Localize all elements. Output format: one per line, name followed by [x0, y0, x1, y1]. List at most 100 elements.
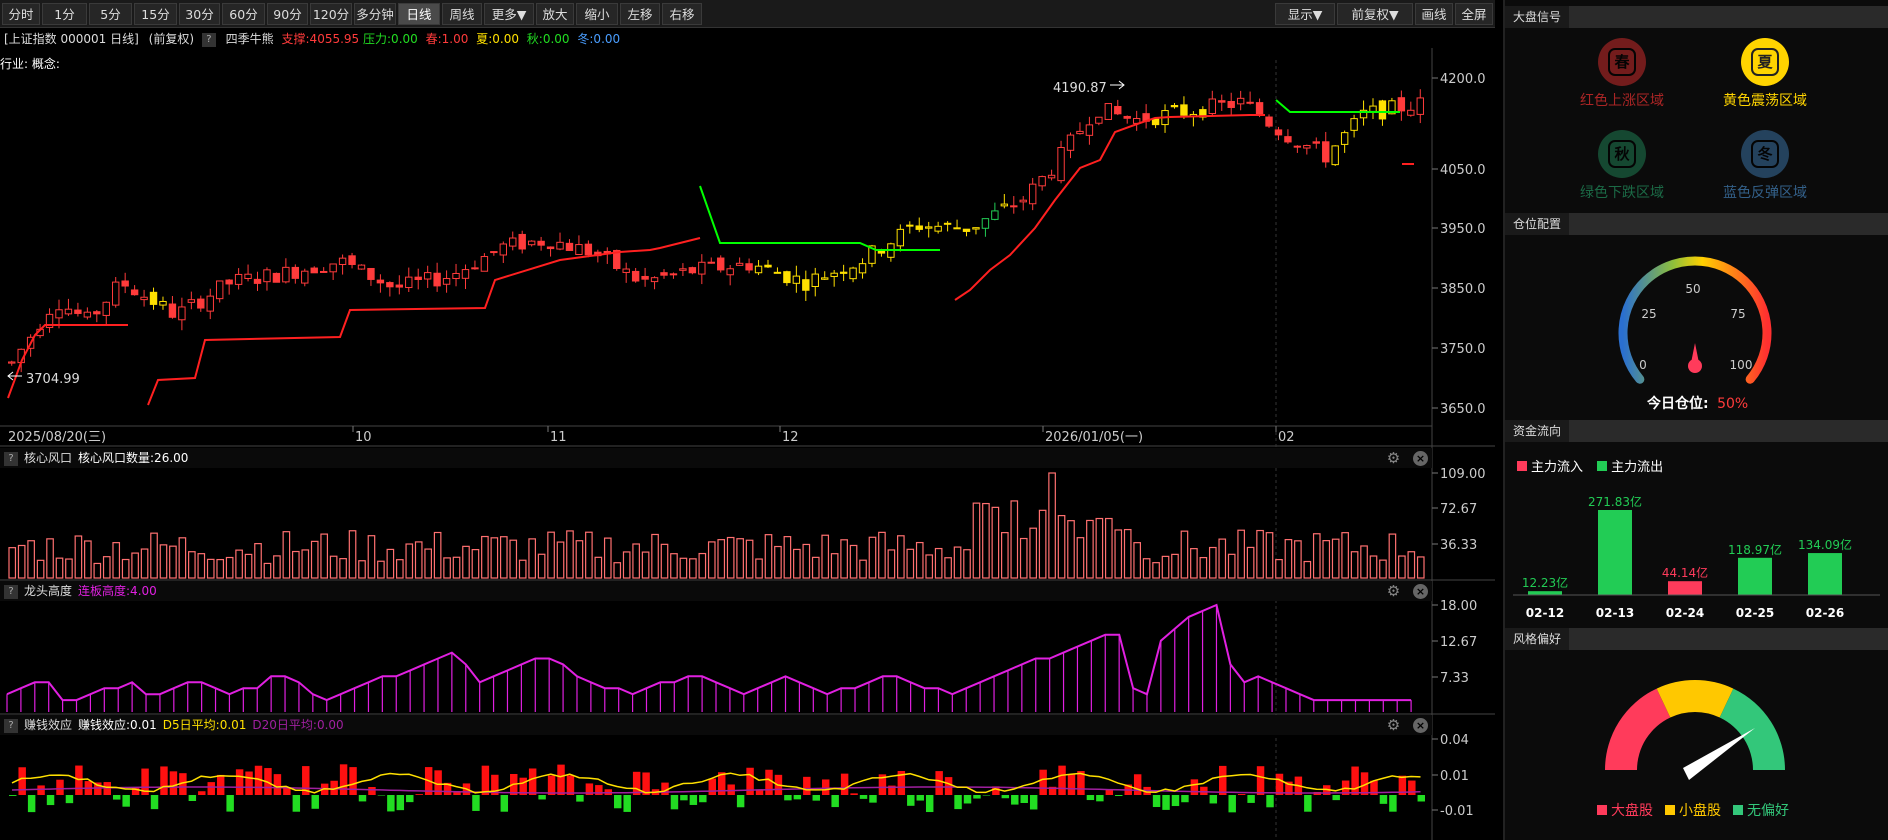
volume-bar: [216, 558, 225, 579]
volume-bar: [1095, 517, 1104, 579]
toolbar-btn-15[interactable]: 右移: [662, 3, 702, 25]
toolbar-right-btn-3[interactable]: 全屏: [1455, 3, 1493, 25]
gauge-hub: [1688, 359, 1702, 373]
profit-bar: [198, 791, 206, 795]
high-arrow: [1110, 80, 1125, 90]
help-icon[interactable]: ?: [201, 32, 216, 47]
volume-bar: [717, 539, 726, 579]
close-icon[interactable]: ×: [1413, 451, 1428, 466]
toolbar-btn-5[interactable]: 60分: [222, 3, 265, 25]
toolbar-btn-4[interactable]: 30分: [179, 3, 220, 25]
volume-bar: [235, 549, 243, 579]
style-none: [1719, 688, 1785, 770]
profit-bar: [1115, 795, 1123, 797]
toolbar-btn-3[interactable]: 15分: [134, 3, 177, 25]
candle-body: [972, 227, 980, 230]
candle-body: [414, 276, 422, 280]
toolbar-btn-10[interactable]: 周线: [442, 3, 482, 25]
toolbar-btn-14[interactable]: 左移: [620, 3, 660, 25]
volume-bar: [1246, 546, 1255, 579]
volume-bar: [849, 544, 858, 579]
candle-body: [64, 308, 73, 315]
volume-bar: [490, 537, 499, 579]
candle-body: [253, 278, 262, 284]
candle-body: [717, 257, 725, 271]
gear-icon[interactable]: ⚙: [1386, 718, 1401, 733]
gear-icon[interactable]: ⚙: [1386, 451, 1401, 466]
volume-bar: [84, 540, 92, 579]
volume-bar: [537, 553, 546, 579]
profit-bar: [1379, 795, 1388, 804]
volume-bar: [906, 548, 915, 579]
volume-bar: [963, 549, 971, 579]
volume-bar: [1000, 532, 1009, 579]
gear-icon[interactable]: ⚙: [1386, 584, 1401, 599]
profit-bar: [850, 793, 858, 795]
signal-label: 红色上涨区域: [1580, 93, 1664, 109]
signal-badge: 春: [1598, 38, 1646, 86]
toolbar-btn-1[interactable]: 1分: [42, 3, 87, 25]
volume-bar: [821, 534, 830, 579]
profit-bar: [840, 773, 849, 795]
candle-body: [55, 309, 63, 319]
close-icon[interactable]: ×: [1413, 718, 1428, 733]
toolbar-btn-2[interactable]: 5分: [89, 3, 132, 25]
ytick-label: 18.00: [1440, 599, 1477, 614]
toolbar-btn-0[interactable]: 分时: [2, 3, 40, 25]
volume-bar: [1331, 538, 1340, 579]
candle-body: [291, 266, 300, 279]
volume-bar: [395, 559, 404, 579]
flow-value: 118.97亿: [1728, 542, 1782, 557]
toolbar-right-btn-1[interactable]: 前复权▼: [1337, 3, 1413, 25]
style-legend-label: 无偏好: [1747, 803, 1789, 819]
candle-body: [1123, 115, 1131, 119]
toolbar-btn-7[interactable]: 120分: [310, 3, 352, 25]
profit-bar: [708, 778, 716, 795]
toolbar-btn-11[interactable]: 更多▼: [484, 3, 534, 25]
profit-bar: [1029, 795, 1038, 810]
volume-bar: [1171, 553, 1179, 579]
close-icon[interactable]: ×: [1413, 584, 1428, 599]
volume-bar: [897, 535, 905, 579]
toolbar-btn-9[interactable]: 日线: [398, 3, 440, 25]
candle-body: [216, 280, 224, 300]
profit-bar: [670, 795, 679, 810]
volume-bar: [774, 545, 782, 579]
help-icon[interactable]: ?: [4, 584, 18, 599]
candle-body: [849, 267, 857, 280]
candle-body: [1095, 116, 1103, 124]
ytick-label: 12.67: [1440, 635, 1477, 650]
security-title: [上证指数 000001 日线]: [4, 32, 139, 46]
profit-bar: [632, 771, 641, 795]
profit-bar: [368, 787, 376, 795]
toolbar-btn-6[interactable]: 90分: [267, 3, 308, 25]
candle-body: [745, 263, 753, 271]
candle-body: [1322, 141, 1330, 163]
flow-bar: [1528, 591, 1562, 595]
profit-bar: [623, 795, 631, 812]
volume-bar: [811, 556, 820, 579]
candle-body: [367, 267, 375, 280]
flow-date: 02-26: [1806, 606, 1844, 620]
volume-bar: [698, 552, 707, 579]
adjust-mode: (前复权): [148, 32, 195, 46]
toolbar-btn-12[interactable]: 放大: [536, 3, 574, 25]
help-icon[interactable]: ?: [4, 718, 18, 733]
profit-bar: [1332, 795, 1340, 801]
toolbar-btn-13[interactable]: 缩小: [576, 3, 618, 25]
volume-bar: [433, 531, 442, 579]
profit-bar: [122, 795, 130, 807]
candle-body: [1369, 105, 1377, 112]
toolbar-right-btn-0[interactable]: 显示▼: [1275, 3, 1335, 25]
candle-body: [319, 270, 328, 273]
panel-header-2: ? 赚钱效应 赚钱效应:0.01 D5日平均:0.01 D20日平均:0.00: [0, 715, 1432, 735]
profit-bar: [765, 769, 773, 795]
candle-body: [830, 272, 838, 277]
profit-bar: [160, 766, 168, 795]
help-icon[interactable]: ?: [4, 451, 18, 466]
toolbar-right-btn-2[interactable]: 画线: [1415, 3, 1453, 25]
candle-body: [962, 228, 971, 232]
volume-bar: [1123, 528, 1132, 579]
volume-bar: [982, 502, 990, 579]
toolbar-btn-8[interactable]: 多分钟: [354, 3, 396, 25]
